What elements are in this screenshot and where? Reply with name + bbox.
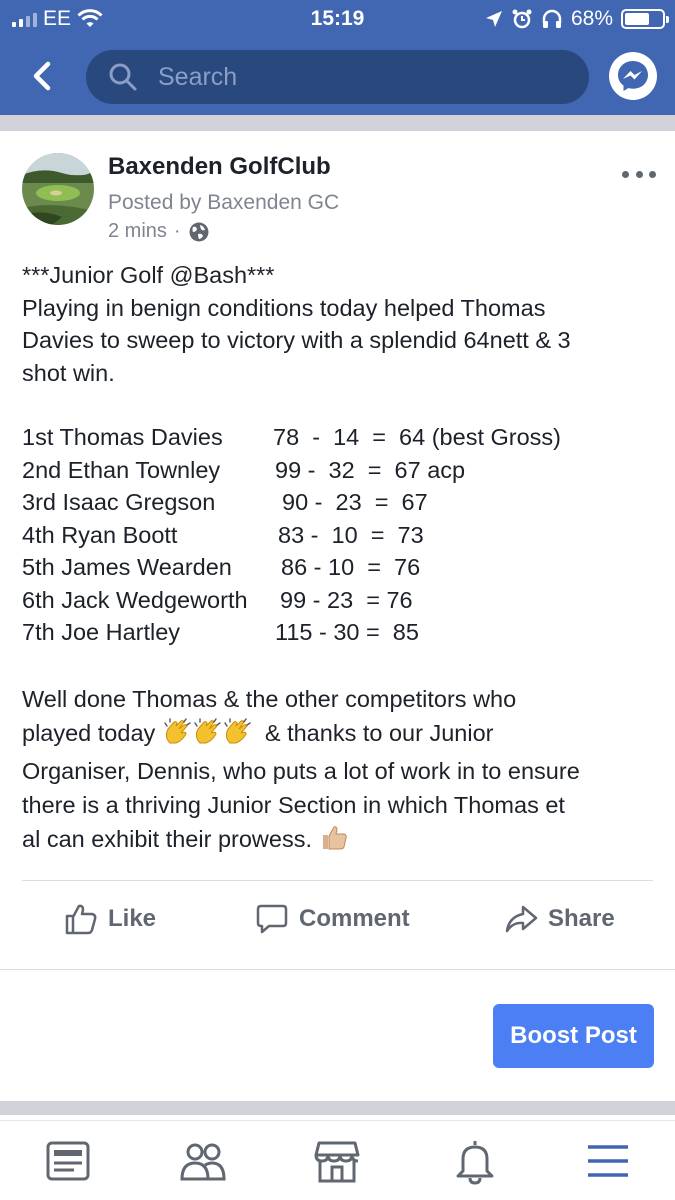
result-score: 99 - 32 = 67 acp	[275, 456, 466, 483]
post-line: there is a thriving Junior Section in wh…	[22, 792, 565, 818]
search-bar[interactable]	[86, 50, 589, 104]
result-row: 1st Thomas Davies 78 - 14 = 64 (best Gro…	[22, 424, 561, 456]
alarm-icon	[512, 9, 532, 29]
post-line: Well done Thomas & the other competitors…	[22, 686, 517, 712]
result-name: 6th Jack Wedgeworth	[22, 586, 248, 613]
search-icon	[109, 63, 137, 91]
post-line-text: al can exhibit their prowess.	[22, 826, 312, 852]
comment-icon	[256, 904, 288, 934]
tab-news-feed[interactable]	[44, 1137, 92, 1185]
result-row: 7th Joe Hartley 115 - 30 = 85	[22, 619, 419, 651]
meta-separator: ·	[173, 220, 181, 242]
status-bar: EE 15:19 68%	[0, 0, 675, 38]
posted-by: Posted by Baxenden GC	[108, 191, 340, 214]
post-line: Playing in benign conditions today helpe…	[22, 294, 546, 321]
result-score: 78 - 14 = 64 (best Gross)	[273, 424, 562, 450]
tab-notifications[interactable]	[451, 1137, 499, 1185]
headphones-icon	[542, 9, 562, 28]
thumbs-up-icon	[319, 823, 349, 860]
post-line-text: played today	[22, 720, 156, 746]
result-name: 7th Joe Hartley	[22, 619, 181, 645]
boost-divider	[0, 969, 675, 970]
back-arrow-icon	[33, 61, 51, 91]
tab-menu[interactable]	[584, 1137, 632, 1185]
back-button[interactable]	[22, 54, 66, 98]
result-score: 86 - 10 = 76	[281, 554, 421, 580]
share-icon	[505, 905, 538, 933]
nav-row	[0, 46, 675, 108]
friends-icon	[180, 1143, 226, 1181]
share-label: Share	[548, 905, 615, 932]
actions-divider	[22, 880, 653, 881]
post-line: al can exhibit their prowess.	[22, 822, 662, 860]
battery-icon	[621, 9, 669, 29]
result-score: 115 - 30 = 85	[275, 619, 419, 645]
result-name: 5th James Wearden	[22, 554, 232, 580]
result-name: 3rd Isaac Gregson	[22, 489, 216, 515]
post-intro: ***Junior Golf @Bash*** Playing in benig…	[22, 259, 662, 389]
result-name: 2nd Ethan Townley	[22, 456, 221, 483]
messenger-button[interactable]	[609, 52, 657, 100]
post-line: ***Junior Golf @Bash***	[22, 262, 275, 288]
news-feed-icon	[46, 1141, 90, 1181]
result-row: 4th Ryan Boott 83 - 10 = 73	[22, 521, 424, 554]
page-avatar[interactable]	[22, 153, 94, 225]
timestamp[interactable]: 2 mins	[108, 220, 167, 243]
clapping-hands-icon	[192, 717, 222, 754]
golf-course-image	[22, 153, 94, 225]
like-icon	[65, 904, 97, 935]
post-line: Organiser, Dennis, who puts a lot of wor…	[22, 758, 580, 784]
comment-button[interactable]: Comment	[255, 897, 410, 941]
menu-icon	[588, 1145, 628, 1177]
like-button[interactable]: Like	[64, 897, 156, 941]
result-row: 6th Jack Wedgeworth 99 - 23 = 76	[22, 586, 413, 619]
result-name: 1st Thomas Davies	[22, 424, 223, 450]
post-meta: 2 mins ·	[108, 220, 210, 243]
dot-icon	[622, 170, 629, 178]
battery-percent: 68%	[570, 7, 613, 30]
boost-post-button[interactable]: Boost Post	[493, 1004, 654, 1068]
search-input[interactable]	[158, 50, 568, 104]
section-divider	[0, 1101, 675, 1115]
bottom-tab-bar	[0, 1120, 675, 1200]
result-name: 4th Ryan Boott	[22, 521, 178, 548]
dot-icon	[649, 170, 656, 178]
clapping-hands-icon	[222, 717, 252, 754]
result-row: 2nd Ethan Townley 99 - 32 = 67 acp	[22, 456, 465, 489]
like-label: Like	[108, 905, 157, 932]
more-options-button[interactable]	[622, 167, 656, 181]
dot-icon	[635, 170, 643, 178]
result-row: 3rd Isaac Gregson 90 - 23 = 67	[22, 489, 428, 521]
section-divider	[0, 115, 675, 131]
post-line: shot win.	[22, 359, 115, 386]
post-closing: Well done Thomas & the other competitors…	[22, 682, 662, 860]
notifications-bell-icon	[456, 1141, 494, 1185]
globe-icon	[189, 222, 209, 241]
post-line: played today & thanks to our Junior	[22, 716, 662, 754]
status-right: 68%	[485, 7, 669, 31]
messenger-icon	[618, 61, 648, 91]
marketplace-icon	[314, 1141, 360, 1183]
top-bar: EE 15:19 68%	[0, 0, 675, 115]
tab-friends[interactable]	[179, 1137, 227, 1185]
result-score: 99 - 23 = 76	[280, 586, 413, 613]
post-line-text: & thanks to our Junior	[258, 720, 494, 746]
share-button[interactable]: Share	[504, 897, 615, 941]
result-score: 83 - 10 = 73	[278, 521, 424, 548]
clapping-hands-icon	[162, 717, 192, 754]
location-icon	[485, 11, 502, 27]
result-row: 5th James Wearden 86 - 10 = 76	[22, 554, 420, 586]
page-name[interactable]: Baxenden GolfClub	[108, 153, 331, 181]
comment-label: Comment	[299, 905, 410, 932]
tab-marketplace[interactable]	[313, 1137, 361, 1185]
post-line: Davies to sweep to victory with a splend…	[22, 327, 571, 353]
result-score: 90 - 23 = 67	[282, 489, 428, 515]
